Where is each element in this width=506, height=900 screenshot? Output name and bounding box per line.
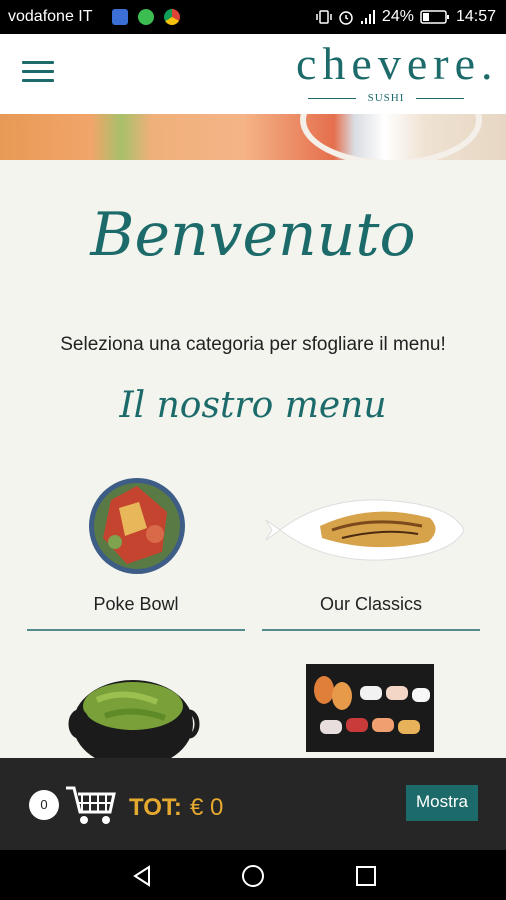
vibrate-icon [316,10,332,24]
classics-plate-image [265,499,465,561]
app-header: chevere. SUSHI [0,34,506,114]
category-edamame[interactable] [27,660,245,760]
category-poke-bowl[interactable]: Poke Bowl [27,472,245,632]
logo-wordmark: chevere. [296,38,499,89]
signal-icon [360,10,375,24]
welcome-subtitle: Seleziona una categoria per sfogliare il… [60,334,446,355]
category-divider [27,629,245,631]
back-icon[interactable] [130,864,154,888]
sushi-tray-image [306,664,434,752]
hero-food-image [0,114,506,160]
alarm-icon [339,11,353,25]
edamame-pot-image [68,680,200,760]
welcome-heading: Benvenuto [90,200,416,270]
plate-rim [300,114,482,160]
recents-icon[interactable] [354,864,378,888]
cart-count-badge: 0 [29,790,59,820]
battery-percent: 24% [381,8,414,25]
category-our-classics[interactable]: Our Classics [262,472,480,632]
whatsapp-icon [138,9,154,25]
status-bar: vodafone IT 24% 14:57 [0,0,506,34]
menu-section-title: Il nostro menu [119,385,387,426]
category-sushi-tray[interactable] [262,656,480,760]
hamburger-icon[interactable] [22,61,54,85]
cart-bar: 0 TOT: € 0 Mostra [0,758,506,850]
chrome-icon [164,9,180,25]
category-divider [262,629,480,631]
messenger-icon [112,9,128,25]
carrier-label: vodafone IT [8,8,93,25]
total-label: TOT: [129,794,182,821]
system-nav-bar [0,850,506,900]
main-content: Benvenuto Seleziona una categoria per sf… [0,160,506,760]
battery-icon [420,10,449,24]
show-cart-button[interactable]: Mostra [406,785,478,821]
poke-bowl-image [89,478,185,574]
status-right-group: 24% 14:57 [316,8,496,26]
total-value: € 0 [190,794,224,821]
category-label: Poke Bowl [93,594,179,614]
clock: 14:57 [455,8,496,25]
category-label: Our Classics [319,594,422,614]
logo-subtitle: SUSHI [296,92,476,104]
cart-icon[interactable] [64,782,118,826]
brand-logo[interactable]: chevere. SUSHI [296,38,499,110]
home-icon[interactable] [241,864,265,888]
